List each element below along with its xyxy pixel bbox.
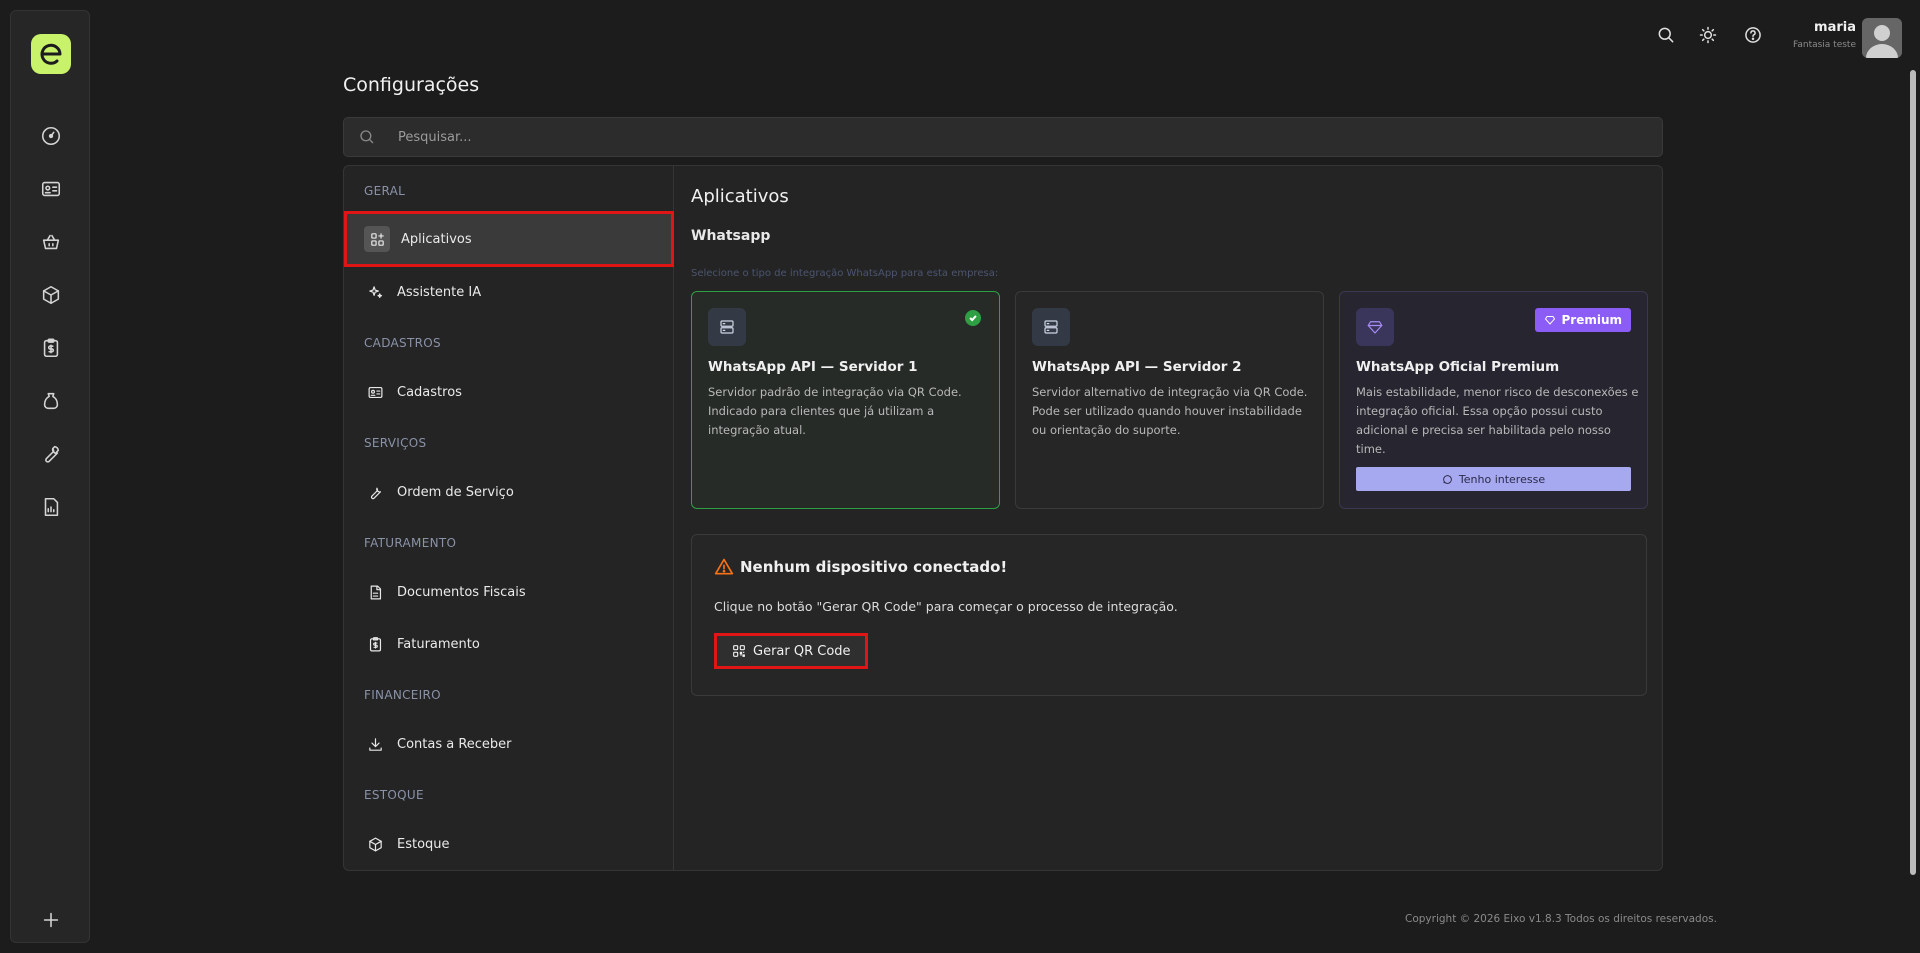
server-icon xyxy=(708,308,746,346)
page-scrollbar[interactable] xyxy=(1910,70,1916,875)
settings-content: Aplicativos Whatsapp Selecione o tipo de… xyxy=(674,166,1662,870)
id-card-icon[interactable] xyxy=(37,175,65,203)
check-icon xyxy=(965,310,981,326)
sidebar-item-label: Aplicativos xyxy=(401,231,472,247)
connection-status-box: Nenhum dispositivo conectado! Clique no … xyxy=(691,534,1647,696)
footer-copyright: Copyright © 2026 Eixo v1.8.3 Todos os di… xyxy=(1405,913,1717,925)
sidebar-item-label: Ordem de Serviço xyxy=(397,484,514,500)
sidebar-item-cadastros[interactable]: Cadastros xyxy=(344,366,674,418)
card-title: WhatsApp API — Servidor 1 xyxy=(708,359,918,375)
avatar[interactable] xyxy=(1862,18,1902,58)
clipboard-dollar-icon[interactable] xyxy=(37,334,65,362)
warning-icon xyxy=(714,558,734,575)
section-subtitle: Whatsapp xyxy=(691,228,771,244)
search-input[interactable] xyxy=(398,129,1598,145)
sidebar-item-label: Contas a Receber xyxy=(397,736,512,752)
sparkle-icon xyxy=(364,281,386,303)
basket-icon[interactable] xyxy=(37,228,65,256)
card-title: WhatsApp API — Servidor 2 xyxy=(1032,359,1242,375)
sidebar-item-documentos-fiscais[interactable]: Documentos Fiscais xyxy=(344,566,674,618)
generate-qr-button[interactable]: Gerar QR Code xyxy=(714,633,868,669)
sidebar-item-contas-a-receber[interactable]: Contas a Receber xyxy=(344,718,674,770)
search-icon xyxy=(360,130,374,144)
page-title: Configurações xyxy=(343,74,480,96)
sidebar-item-label: Estoque xyxy=(397,836,450,852)
user-company: Fantasia teste xyxy=(1793,40,1856,50)
sidebar-item-label: Cadastros xyxy=(397,384,462,400)
dashboard-icon[interactable] xyxy=(37,122,65,150)
section-estoque: ESTOQUE xyxy=(364,788,424,802)
card-description: Servidor padrão de integração via QR Cod… xyxy=(708,385,962,437)
integration-card-server-2[interactable]: WhatsApp API — Servidor 2 Servidor alter… xyxy=(1015,291,1324,509)
server-icon xyxy=(1032,308,1070,346)
box-icon xyxy=(364,833,386,855)
diamond-icon xyxy=(1356,308,1394,346)
section-servicos: SERVIÇOS xyxy=(364,436,427,450)
sidebar-item-label: Documentos Fiscais xyxy=(397,584,526,600)
qr-code-icon xyxy=(733,645,745,657)
box-icon[interactable] xyxy=(37,281,65,309)
download-icon xyxy=(364,733,386,755)
badge-label: Premium xyxy=(1561,313,1622,327)
logo-icon xyxy=(40,43,62,65)
settings-sidebar: GERAL Aplicativos Assistente IA CADASTRO… xyxy=(344,166,674,870)
report-icon[interactable] xyxy=(37,493,65,521)
integration-card-server-1[interactable]: WhatsApp API — Servidor 1 Servidor padrã… xyxy=(691,291,1000,509)
integration-card-premium[interactable]: Premium WhatsApp Oficial Premium Mais es… xyxy=(1339,291,1648,509)
wrench-icon[interactable] xyxy=(37,440,65,468)
sidebar-item-label: Assistente IA xyxy=(397,284,482,300)
sidebar-item-faturamento[interactable]: Faturamento xyxy=(344,618,674,670)
id-card-icon xyxy=(364,381,386,403)
section-geral: GERAL xyxy=(364,184,406,198)
card-description: Mais estabilidade, menor risco de descon… xyxy=(1356,385,1639,456)
warning-title: Nenhum dispositivo conectado! xyxy=(714,557,1007,577)
bag-icon[interactable] xyxy=(37,387,65,415)
sidebar-item-estoque[interactable]: Estoque xyxy=(344,818,674,870)
interest-button-label: Tenho interesse xyxy=(1458,472,1546,486)
wrench-icon xyxy=(364,481,386,503)
file-icon xyxy=(364,581,386,603)
premium-badge: Premium xyxy=(1535,308,1631,332)
plus-icon[interactable] xyxy=(37,906,65,934)
search-bar[interactable] xyxy=(343,117,1663,157)
diamond-icon xyxy=(1545,316,1556,325)
generate-qr-label: Gerar QR Code xyxy=(753,643,851,659)
app-logo[interactable] xyxy=(31,34,71,74)
user-name[interactable]: maria xyxy=(1814,20,1856,35)
interest-button[interactable]: Tenho interesse xyxy=(1356,467,1631,491)
settings-panel: GERAL Aplicativos Assistente IA CADASTRO… xyxy=(343,165,1663,871)
warning-description: Clique no botão "Gerar QR Code" para com… xyxy=(714,599,1178,614)
avatar-placeholder-icon xyxy=(1862,18,1902,58)
section-cadastros: CADASTROS xyxy=(364,336,441,350)
section-faturamento: FATURAMENTO xyxy=(364,536,457,550)
sidebar-item-label: Faturamento xyxy=(397,636,480,652)
warning-title-text: Nenhum dispositivo conectado! xyxy=(740,558,1008,576)
nav-rail xyxy=(10,10,90,943)
help-icon[interactable] xyxy=(1740,22,1766,48)
sun-icon[interactable] xyxy=(1695,22,1721,48)
section-title: Aplicativos xyxy=(691,186,789,207)
section-financeiro: FINANCEIRO xyxy=(364,688,441,702)
card-title: WhatsApp Oficial Premium xyxy=(1356,359,1560,375)
integration-hint: Selecione o tipo de integração WhatsApp … xyxy=(691,268,999,279)
sidebar-item-aplicativos[interactable]: Aplicativos xyxy=(344,213,674,265)
sidebar-item-assistente-ia[interactable]: Assistente IA xyxy=(344,266,674,318)
card-description: Servidor alternativo de integração via Q… xyxy=(1032,385,1308,437)
whatsapp-icon xyxy=(1443,474,1452,484)
sidebar-item-ordem-de-servico[interactable]: Ordem de Serviço xyxy=(344,466,674,518)
search-icon[interactable] xyxy=(1653,22,1679,48)
apps-icon xyxy=(364,226,390,252)
clipboard-dollar-icon xyxy=(364,633,386,655)
